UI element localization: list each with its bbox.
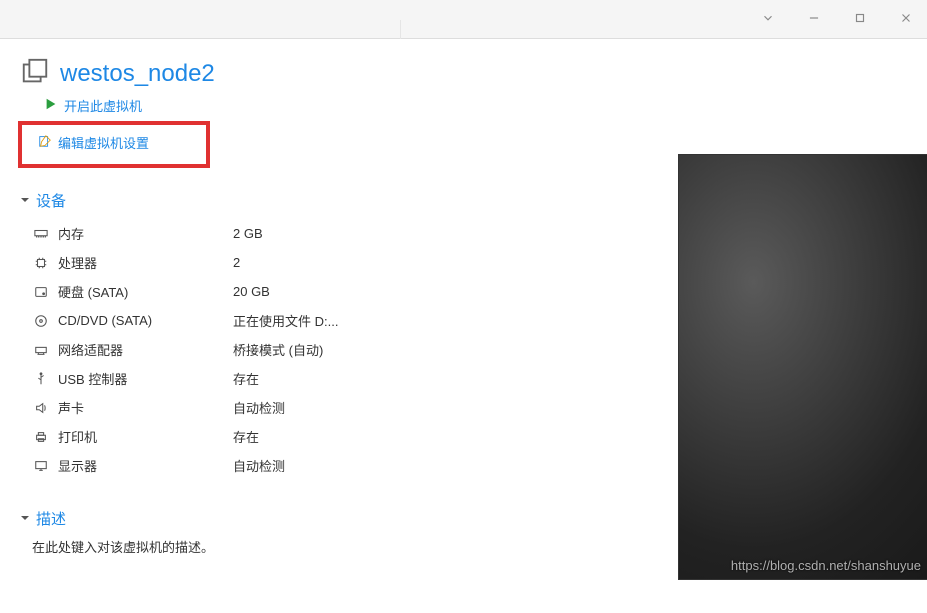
device-value: 桥接模式 (自动) xyxy=(233,340,323,359)
close-button[interactable] xyxy=(893,6,919,32)
collapse-arrow-icon xyxy=(20,511,30,526)
device-value: 自动检测 xyxy=(233,456,285,475)
device-value: 20 GB xyxy=(233,284,270,299)
display-icon xyxy=(32,458,50,474)
close-icon xyxy=(899,11,913,28)
network-icon xyxy=(32,342,50,358)
description-placeholder[interactable]: 在此处键入对该虚拟机的描述。 xyxy=(32,537,388,556)
device-row-cddvd[interactable]: CD/DVD (SATA) 正在使用文件 D:... xyxy=(32,306,388,335)
chevron-down-icon xyxy=(761,11,775,28)
device-label: 声卡 xyxy=(58,398,233,417)
device-value: 自动检测 xyxy=(233,398,285,417)
edit-icon xyxy=(38,134,52,151)
device-list: 内存 2 GB 处理器 2 硬盘 (SATA) 20 GB CD/DVD (SA… xyxy=(32,219,388,480)
description-section-header[interactable]: 描述 xyxy=(20,508,388,529)
device-value: 2 xyxy=(233,255,240,270)
start-vm-label: 开启此虚拟机 xyxy=(64,96,142,115)
device-value: 2 GB xyxy=(233,226,263,241)
device-value: 存在 xyxy=(233,427,259,446)
usb-icon xyxy=(32,371,50,387)
content: westos_node2 开启此虚拟机 编辑虚拟机设置 设备 xyxy=(0,38,927,613)
device-label: USB 控制器 xyxy=(58,369,233,388)
device-row-disk[interactable]: 硬盘 (SATA) 20 GB xyxy=(32,277,388,306)
minimize-icon xyxy=(807,11,821,28)
device-value: 正在使用文件 D:... xyxy=(233,311,338,330)
sound-icon xyxy=(32,400,50,416)
device-label: 处理器 xyxy=(58,253,233,272)
edit-settings-link[interactable]: 编辑虚拟机设置 xyxy=(28,127,200,156)
device-label: 打印机 xyxy=(58,427,233,446)
printer-icon xyxy=(32,429,50,445)
device-row-network[interactable]: 网络适配器 桥接模式 (自动) xyxy=(32,335,388,364)
vm-preview-pane: https://blog.csdn.net/shanshuyue xyxy=(400,39,927,613)
disk-icon xyxy=(32,284,50,300)
device-value: 存在 xyxy=(233,369,259,388)
dropdown-button[interactable] xyxy=(755,6,781,32)
device-row-display[interactable]: 显示器 自动检测 xyxy=(32,451,388,480)
maximize-button[interactable] xyxy=(847,6,873,32)
device-row-printer[interactable]: 打印机 存在 xyxy=(32,422,388,451)
collapse-arrow-icon xyxy=(20,193,30,208)
device-label: 硬盘 (SATA) xyxy=(58,282,233,301)
device-row-sound[interactable]: 声卡 自动检测 xyxy=(32,393,388,422)
edit-settings-highlight: 编辑虚拟机设置 xyxy=(18,121,210,168)
device-row-usb[interactable]: USB 控制器 存在 xyxy=(32,364,388,393)
titlebar xyxy=(0,0,927,38)
cpu-icon xyxy=(32,255,50,271)
disc-icon xyxy=(32,313,50,329)
device-row-memory[interactable]: 内存 2 GB xyxy=(32,219,388,248)
device-row-processor[interactable]: 处理器 2 xyxy=(32,248,388,277)
vm-screen-preview[interactable]: https://blog.csdn.net/shanshuyue xyxy=(678,154,927,580)
device-label: 网络适配器 xyxy=(58,340,233,359)
vm-icon xyxy=(20,57,50,90)
device-label: CD/DVD (SATA) xyxy=(58,313,233,328)
maximize-icon xyxy=(853,11,867,28)
description-section-title: 描述 xyxy=(36,508,66,529)
start-vm-link[interactable]: 开启此虚拟机 xyxy=(34,92,388,119)
device-label: 显示器 xyxy=(58,456,233,475)
device-label: 内存 xyxy=(58,224,233,243)
devices-section-header[interactable]: 设备 xyxy=(20,190,388,211)
devices-section-title: 设备 xyxy=(36,190,66,211)
vm-summary-pane: westos_node2 开启此虚拟机 编辑虚拟机设置 设备 xyxy=(0,39,400,613)
minimize-button[interactable] xyxy=(801,6,827,32)
memory-icon xyxy=(32,226,50,242)
vm-title: westos_node2 xyxy=(60,60,215,88)
vm-title-row: westos_node2 xyxy=(20,57,388,90)
play-icon xyxy=(44,97,58,114)
watermark: https://blog.csdn.net/shanshuyue xyxy=(731,558,921,573)
edit-settings-label: 编辑虚拟机设置 xyxy=(58,133,149,152)
